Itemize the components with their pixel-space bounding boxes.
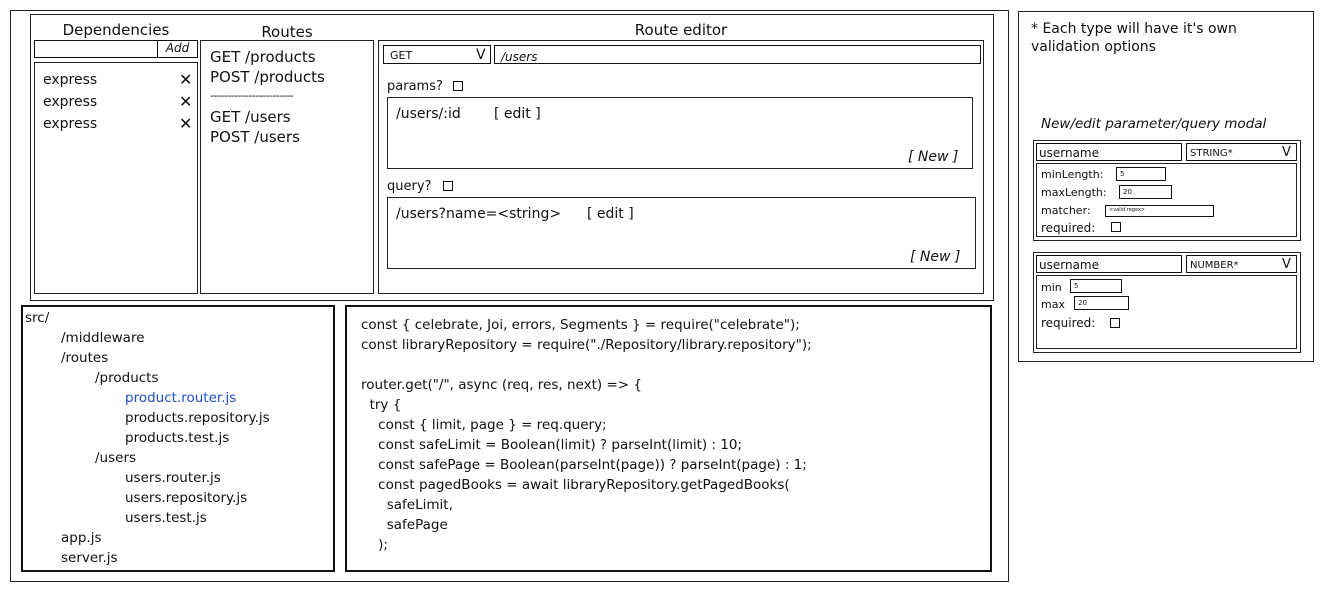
required-checkbox[interactable] xyxy=(1110,318,1120,328)
file-tree-item[interactable]: product.router.js xyxy=(125,388,236,408)
code-line: const { limit, page } = req.query; xyxy=(361,417,607,433)
path-input[interactable]: /users xyxy=(494,45,981,64)
remove-dependency-icon[interactable]: ✕ xyxy=(179,72,192,88)
file-tree-item[interactable]: users.test.js xyxy=(125,508,207,528)
code-line: safeLimit, xyxy=(361,497,453,513)
params-edit-link[interactable]: [ edit ] xyxy=(494,105,541,123)
matcher-label: matcher: xyxy=(1041,204,1091,217)
max-length-label: maxLength: xyxy=(1041,186,1107,199)
dependency-item: express xyxy=(43,94,98,110)
code-line: ); xyxy=(361,537,388,553)
required-label: required: xyxy=(1041,316,1096,330)
min-length-value: 5 xyxy=(1120,170,1125,178)
matcher-value: <valid regex> xyxy=(1109,207,1146,213)
min-length-label: minLength: xyxy=(1041,168,1104,181)
method-select[interactable]: GET V xyxy=(383,45,491,64)
route-item[interactable]: GET /users xyxy=(210,108,291,126)
file-tree-item[interactable]: app.js xyxy=(61,528,102,548)
code-panel: const { celebrate, Joi, errors, Segments… xyxy=(345,305,992,572)
route-item[interactable]: POST /users xyxy=(210,128,300,146)
chevron-down-icon: V xyxy=(476,47,486,63)
query-box: /users?name=<string> [ edit ] [ New ] xyxy=(387,197,976,269)
number-options: min 5 max 20 required: xyxy=(1036,275,1297,349)
params-label: params? xyxy=(387,79,443,94)
string-param-modal: username STRING* V minLength: 5 maxLengt… xyxy=(1033,140,1301,241)
notes-frame: * Each type will have it's own validatio… xyxy=(1018,11,1314,362)
code-line: const safeLimit = Boolean(limit) ? parse… xyxy=(361,437,743,453)
code-line: const safePage = Boolean(parseInt(page))… xyxy=(361,457,807,473)
param-name-value: username xyxy=(1039,258,1099,272)
max-length-value: 20 xyxy=(1123,188,1132,196)
params-checkbox[interactable] xyxy=(453,81,463,91)
file-tree-item[interactable]: /users xyxy=(95,448,136,468)
file-tree-item[interactable]: server.js xyxy=(61,548,118,568)
required-label: required: xyxy=(1041,221,1096,235)
code-line: router.get("/", async (req, res, next) =… xyxy=(361,377,642,393)
matcher-input[interactable]: <valid regex> xyxy=(1105,205,1214,217)
validation-note: * Each type will have it's own validatio… xyxy=(1031,21,1237,55)
file-tree-item[interactable]: products.test.js xyxy=(125,428,229,448)
file-tree-item[interactable]: /routes xyxy=(61,348,108,368)
code-line: const pagedBooks = await libraryReposito… xyxy=(361,477,790,493)
remove-dependency-icon[interactable]: ✕ xyxy=(179,116,192,132)
add-dependency-button[interactable]: Add xyxy=(157,40,198,58)
min-length-input[interactable]: 5 xyxy=(1116,167,1166,181)
query-new-link[interactable]: [ New ] xyxy=(910,248,960,266)
dependency-input[interactable] xyxy=(34,40,158,58)
max-input[interactable]: 20 xyxy=(1074,296,1129,310)
required-checkbox[interactable] xyxy=(1111,222,1121,232)
max-label: max xyxy=(1041,298,1065,311)
chevron-down-icon: V xyxy=(1282,145,1291,160)
chevron-down-icon: V xyxy=(1282,257,1291,272)
min-input[interactable]: 5 xyxy=(1070,279,1122,293)
query-edit-link[interactable]: [ edit ] xyxy=(587,205,634,223)
min-value: 5 xyxy=(1074,282,1079,290)
query-entry: /users?name=<string> xyxy=(396,206,562,222)
param-type-value: STRING* xyxy=(1190,148,1233,159)
query-checkbox[interactable] xyxy=(443,181,453,191)
max-length-input[interactable]: 20 xyxy=(1119,185,1172,199)
min-label: min xyxy=(1041,281,1062,294)
file-tree-item[interactable]: /products xyxy=(95,368,159,388)
file-tree-item[interactable]: users.repository.js xyxy=(125,488,247,508)
file-tree-item[interactable]: users.router.js xyxy=(125,468,221,488)
path-value: /users xyxy=(501,50,538,64)
file-tree-panel: src/ /middleware/routes/products product.r… xyxy=(21,305,335,572)
routes-divider: ------------------------ xyxy=(210,89,294,102)
routes-list: GET /products POST /products -----------… xyxy=(200,40,374,294)
dependency-list: express ✕ express ✕ express ✕ xyxy=(34,62,198,294)
number-param-modal: username NUMBER* V min 5 max 20 required… xyxy=(1033,252,1301,353)
file-tree-item[interactable]: products.repository.js xyxy=(125,408,270,428)
modal-title: New/edit parameter/query modal xyxy=(1041,116,1267,132)
file-tree-item[interactable]: /middleware xyxy=(61,328,145,348)
code-line: try { xyxy=(361,397,402,413)
code-line: const libraryRepository = require("./Rep… xyxy=(361,337,812,353)
max-value: 20 xyxy=(1078,299,1087,307)
routes-title: Routes xyxy=(261,23,313,41)
code-line: safePage xyxy=(361,517,448,533)
param-name-value: username xyxy=(1039,146,1099,160)
dependencies-title: Dependencies xyxy=(62,21,170,39)
string-options: minLength: 5 maxLength: 20 matcher: <val… xyxy=(1036,163,1297,237)
route-item[interactable]: GET /products xyxy=(210,48,316,66)
query-label: query? xyxy=(387,179,432,194)
params-new-link[interactable]: [ New ] xyxy=(908,148,958,166)
code-line: const { celebrate, Joi, errors, Segments… xyxy=(361,317,800,333)
remove-dependency-icon[interactable]: ✕ xyxy=(179,94,192,110)
params-entry: /users/:id xyxy=(396,106,461,122)
method-value: GET xyxy=(390,49,413,62)
param-type-select[interactable]: STRING* V xyxy=(1186,143,1297,161)
dependency-item: express xyxy=(43,72,98,88)
param-name-input[interactable]: username xyxy=(1036,143,1182,161)
route-item[interactable]: POST /products xyxy=(210,68,325,86)
route-editor-title: Route editor xyxy=(634,21,728,39)
dependency-item: express xyxy=(43,116,98,132)
param-type-select[interactable]: NUMBER* V xyxy=(1186,255,1297,273)
param-name-input[interactable]: username xyxy=(1036,255,1182,273)
params-box: /users/:id [ edit ] [ New ] xyxy=(387,97,973,169)
param-type-value: NUMBER* xyxy=(1190,260,1239,271)
file-tree-item[interactable]: src/ xyxy=(25,308,49,328)
